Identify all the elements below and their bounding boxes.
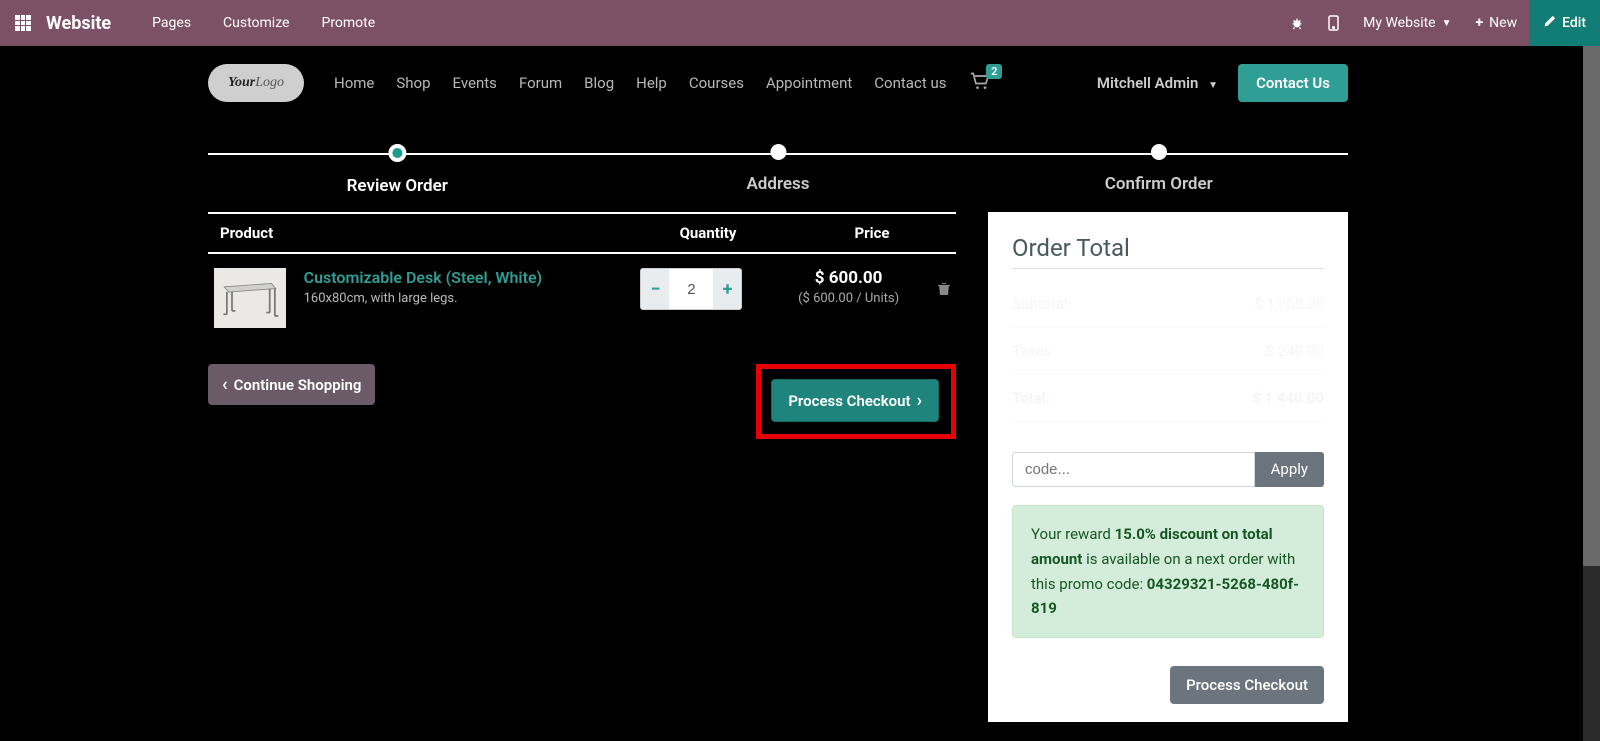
summary-total-row: Total: $ 1,440.00 xyxy=(1012,375,1324,422)
new-label: New xyxy=(1489,15,1517,31)
summary-subtotal-row: Subtotal: $ 1,200.00 xyxy=(1012,281,1324,328)
cart-row: Customizable Desk (Steel, White) 160x80c… xyxy=(208,254,956,342)
mywebsite-dropdown[interactable]: My Website ▼ xyxy=(1351,0,1463,46)
nav-home[interactable]: Home xyxy=(334,74,374,92)
menu-pages[interactable]: Pages xyxy=(136,15,207,31)
admin-topbar: Website Pages Customize Promote My Websi… xyxy=(0,0,1600,46)
remove-item-button[interactable] xyxy=(932,268,956,296)
continue-shopping-button[interactable]: ‹ Continue Shopping xyxy=(208,364,375,405)
checkout-stepper: Review Order Address Confirm Order xyxy=(208,144,1348,204)
reward-alert: Your reward 15.0% discount on total amou… xyxy=(1012,505,1324,638)
chevron-left-icon: ‹ xyxy=(222,374,228,395)
mywebsite-label: My Website xyxy=(1363,15,1435,31)
site-header: YourLogo Home Shop Events Forum Blog Hel… xyxy=(208,46,1348,120)
taxes-label: Taxes: xyxy=(1012,342,1055,360)
order-total-title: Order Total xyxy=(1012,234,1324,262)
promo-row: Apply xyxy=(1012,452,1324,487)
nav-forum[interactable]: Forum xyxy=(519,74,562,92)
total-value: $ 1,440.00 xyxy=(1252,389,1324,407)
nav-events[interactable]: Events xyxy=(453,74,497,92)
user-name: Mitchell Admin xyxy=(1097,74,1199,92)
step-dot-icon xyxy=(388,144,406,162)
top-menu: Pages Customize Promote xyxy=(136,15,391,31)
col-product: Product xyxy=(208,224,628,242)
apply-promo-button[interactable]: Apply xyxy=(1255,452,1324,487)
process-checkout-button[interactable]: Process Checkout › xyxy=(771,379,939,422)
cart-badge: 2 xyxy=(986,64,1002,79)
highlight-box: Process Checkout › xyxy=(756,364,956,439)
page-body: YourLogo Home Shop Events Forum Blog Hel… xyxy=(0,46,1556,741)
edit-button[interactable]: Edit xyxy=(1529,0,1600,46)
scrollbar-thumb[interactable] xyxy=(1583,46,1600,566)
summary-taxes-row: Taxes: $ 240.00 xyxy=(1012,328,1324,375)
promo-code-input[interactable] xyxy=(1012,452,1255,487)
col-price: Price xyxy=(788,224,956,242)
caret-down-icon: ▼ xyxy=(1442,18,1452,29)
step-dot-icon xyxy=(770,144,786,160)
qty-decrease-button[interactable]: − xyxy=(641,269,669,309)
nav-shop[interactable]: Shop xyxy=(396,74,430,92)
site-nav: Home Shop Events Forum Blog Help Courses… xyxy=(334,74,946,92)
product-name[interactable]: Customizable Desk (Steel, White) xyxy=(304,268,618,287)
step-dot-icon xyxy=(1151,144,1167,160)
quantity-stepper: − + xyxy=(640,268,742,310)
scrollbar[interactable] xyxy=(1583,46,1600,741)
brand-title[interactable]: Website xyxy=(46,13,111,34)
cart-table-header: Product Quantity Price xyxy=(208,212,956,254)
process-checkout-button-2[interactable]: Process Checkout xyxy=(1170,666,1324,704)
step-label: Address xyxy=(746,174,809,194)
logo-part2: Logo xyxy=(255,75,284,91)
new-button[interactable]: + New xyxy=(1464,0,1530,46)
line-price: $ 600.00 xyxy=(765,268,932,288)
qty-increase-button[interactable]: + xyxy=(713,269,741,309)
nav-help[interactable]: Help xyxy=(636,74,667,92)
taxes-value: $ 240.00 xyxy=(1266,342,1324,360)
site-logo[interactable]: YourLogo xyxy=(208,64,304,102)
pencil-icon xyxy=(1543,15,1556,32)
col-quantity: Quantity xyxy=(628,224,788,242)
subtotal-label: Subtotal: xyxy=(1012,295,1071,313)
reward-text: Your reward xyxy=(1031,525,1115,543)
nav-blog[interactable]: Blog xyxy=(584,74,614,92)
step-confirm[interactable]: Confirm Order xyxy=(1105,144,1213,194)
process-label: Process Checkout xyxy=(788,392,910,410)
nav-appointment[interactable]: Appointment xyxy=(766,74,852,92)
user-dropdown[interactable]: Mitchell Admin ▼ xyxy=(1097,74,1218,92)
product-image[interactable] xyxy=(214,268,286,328)
caret-down-icon: ▼ xyxy=(1208,80,1218,91)
nav-contactus[interactable]: Contact us xyxy=(874,74,946,92)
nav-courses[interactable]: Courses xyxy=(689,74,744,92)
menu-promote[interactable]: Promote xyxy=(305,15,391,31)
qty-input[interactable] xyxy=(669,269,713,309)
logo-part1: Your xyxy=(228,75,255,91)
unit-price: ($ 600.00 / Units) xyxy=(765,291,932,306)
cart-icon[interactable]: 2 xyxy=(970,72,990,94)
chevron-right-icon: › xyxy=(917,390,922,411)
edit-label: Edit xyxy=(1562,15,1586,31)
step-address[interactable]: Address xyxy=(746,144,809,194)
step-review[interactable]: Review Order xyxy=(347,144,448,196)
total-label: Total: xyxy=(1012,389,1050,407)
menu-customize[interactable]: Customize xyxy=(207,15,305,31)
apps-icon[interactable] xyxy=(0,0,46,46)
step-label: Review Order xyxy=(347,176,448,196)
bug-icon[interactable] xyxy=(1278,0,1316,46)
plus-icon: + xyxy=(1476,15,1484,31)
subtotal-value: $ 1,200.00 xyxy=(1254,295,1324,313)
continue-label: Continue Shopping xyxy=(234,376,362,394)
product-desc: 160x80cm, with large legs. xyxy=(304,291,618,306)
mobile-icon[interactable] xyxy=(1316,0,1351,46)
contact-us-button[interactable]: Contact Us xyxy=(1238,64,1348,102)
step-label: Confirm Order xyxy=(1105,174,1213,194)
order-summary-card: Order Total Subtotal: $ 1,200.00 Taxes: … xyxy=(988,212,1348,722)
